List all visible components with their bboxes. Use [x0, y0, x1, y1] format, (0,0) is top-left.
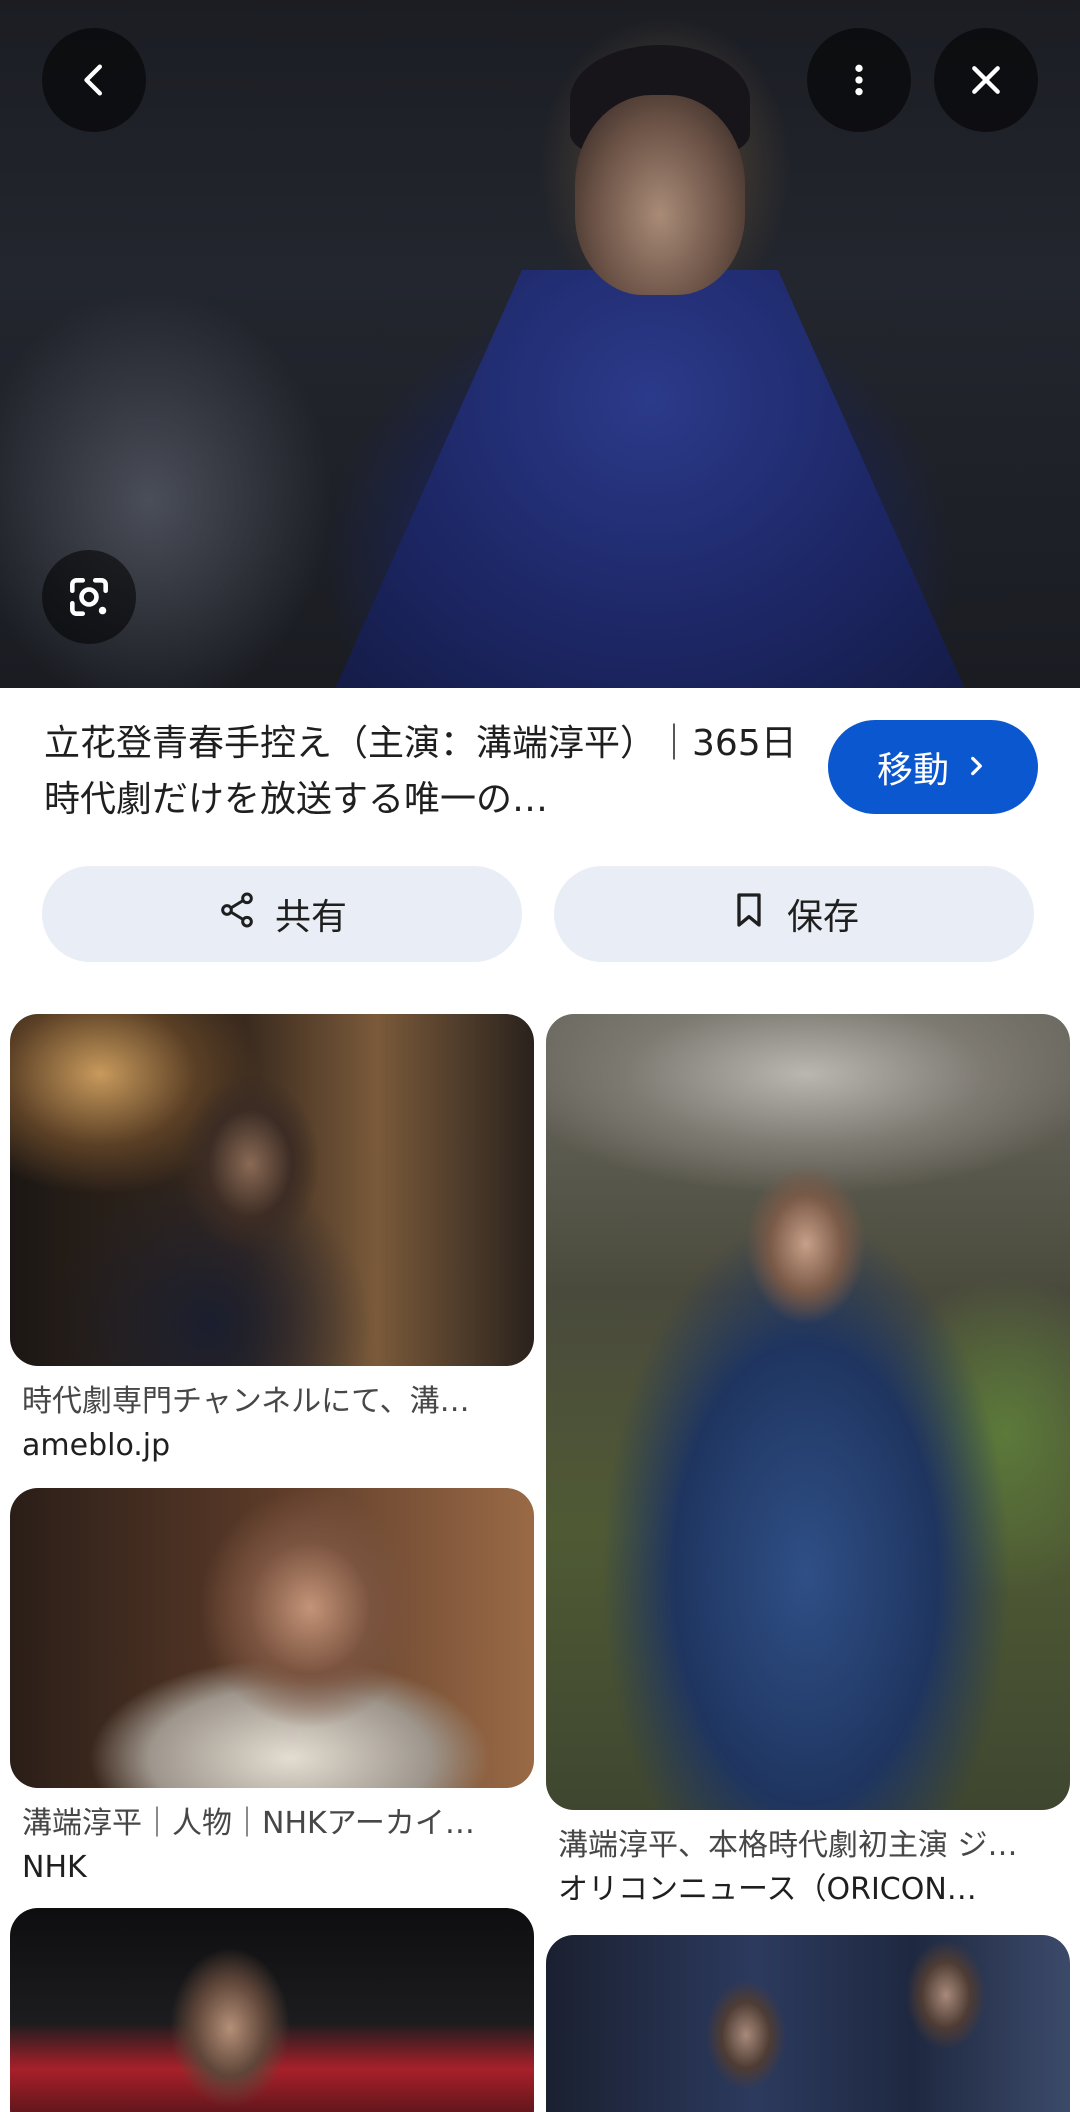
hero-image[interactable] [0, 0, 1080, 688]
hero-figure-face [575, 95, 745, 295]
chevron-right-icon [963, 747, 989, 788]
share-button[interactable]: 共有 [42, 866, 522, 962]
related-result-card[interactable] [10, 1908, 534, 2112]
result-title-row: 立花登青春手控え（主演：溝端淳平）｜365日時代劇だけを放送する唯一の… 移動 [0, 688, 1080, 858]
hero-figure-robe [330, 270, 970, 688]
related-source: NHK [22, 1850, 87, 1885]
related-caption: 溝端淳平｜人物｜NHKアーカイ… [22, 1806, 475, 1841]
related-thumbnail[interactable] [10, 1908, 534, 2112]
related-caption: 溝端淳平、本格時代劇初主演 ジ… [558, 1828, 1018, 1863]
related-caption: 時代劇専門チャンネルにて、溝… [22, 1384, 470, 1419]
lens-search-button[interactable] [42, 550, 136, 644]
related-result-card[interactable] [546, 1935, 1070, 2112]
related-result-card[interactable]: 溝端淳平｜人物｜NHKアーカイ… NHK [10, 1488, 534, 1890]
visit-label: 移動 [876, 750, 949, 791]
related-result-card[interactable]: 時代劇専門チャンネルにて、溝… ameblo.jp [10, 1014, 534, 1468]
back-button[interactable] [42, 28, 146, 132]
close-button[interactable] [934, 28, 1038, 132]
bookmark-icon [729, 890, 769, 939]
more-options-button[interactable] [807, 28, 911, 132]
related-thumbnail[interactable] [546, 1935, 1070, 2112]
lens-icon [64, 572, 114, 622]
save-button[interactable]: 保存 [554, 866, 1034, 962]
share-icon [217, 890, 257, 939]
related-source: ameblo.jp [22, 1428, 171, 1463]
related-result-card[interactable]: 溝端淳平、本格時代劇初主演 ジ… オリコンニュース（ORICON… [546, 1014, 1070, 1912]
more-vert-icon [839, 60, 879, 100]
result-title[interactable]: 立花登青春手控え（主演：溝端淳平）｜365日時代劇だけを放送する唯一の… [44, 716, 804, 828]
related-thumbnail[interactable] [546, 1014, 1070, 1810]
visit-button[interactable]: 移動 [828, 720, 1038, 814]
share-label: 共有 [274, 897, 347, 938]
arrow-back-icon [74, 60, 114, 100]
related-thumbnail[interactable] [10, 1488, 534, 1788]
related-thumbnail[interactable] [10, 1014, 534, 1366]
save-label: 保存 [786, 897, 859, 938]
close-icon [966, 60, 1006, 100]
related-source: オリコンニュース（ORICON… [558, 1872, 977, 1907]
